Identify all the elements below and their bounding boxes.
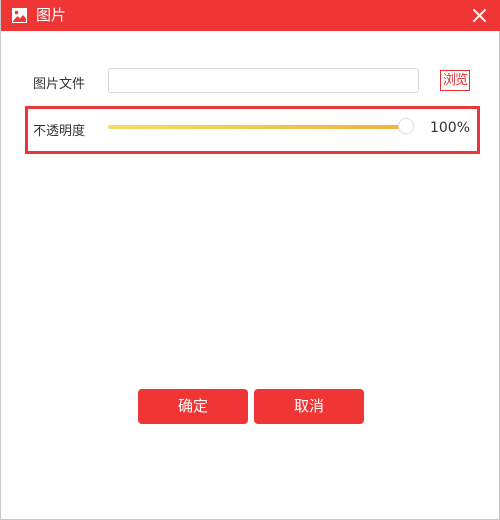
cancel-button[interactable]: 取消	[254, 389, 364, 424]
image-file-label: 图片文件	[33, 77, 86, 92]
ok-button[interactable]: 确定	[138, 389, 248, 424]
title-bar: 图片	[1, 0, 500, 31]
close-icon[interactable]	[472, 8, 487, 23]
browse-button[interactable]: 浏览	[440, 70, 470, 91]
opacity-label: 不透明度	[33, 124, 86, 139]
image-icon	[12, 8, 27, 23]
opacity-value: 100%	[429, 120, 470, 136]
opacity-slider-track[interactable]	[108, 125, 406, 129]
image-file-input[interactable]	[108, 68, 419, 93]
dialog-title: 图片	[36, 6, 67, 24]
opacity-slider-thumb[interactable]	[398, 118, 414, 134]
image-dialog: 图片 图片文件 浏览 不透明度 100% 确定 取消	[0, 0, 500, 520]
